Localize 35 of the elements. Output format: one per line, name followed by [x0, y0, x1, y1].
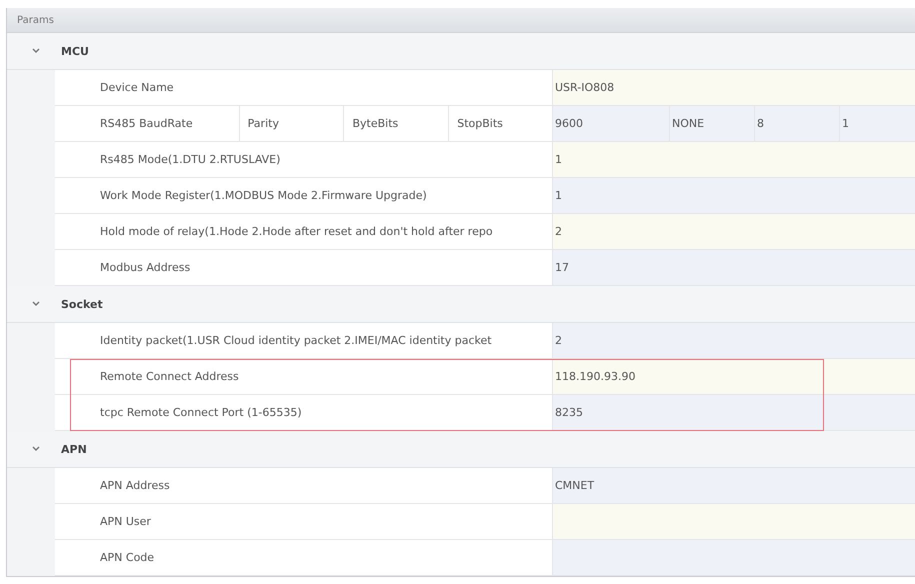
chevron-down-icon[interactable]: [31, 300, 41, 308]
property-label: tcpc Remote Connect Port (1-65535): [99, 405, 302, 421]
property-label: Rs485 Mode(1.DTU 2.RTUSLAVE): [99, 152, 280, 168]
property-value[interactable]: 1: [553, 142, 915, 177]
property-value[interactable]: 8235: [553, 395, 915, 430]
property-label: ByteBits: [344, 106, 450, 141]
property-value[interactable]: 9600: [553, 106, 670, 141]
panel-title: Params: [17, 14, 54, 26]
property-value[interactable]: 1: [840, 106, 915, 141]
category-name: MCU: [61, 44, 89, 58]
property-value[interactable]: 2: [553, 214, 915, 249]
property-label: Parity: [240, 106, 344, 141]
property-label: APN User: [99, 514, 151, 530]
property-label: StopBits: [456, 116, 504, 132]
property-value[interactable]: USR-IO808: [553, 70, 915, 105]
property-value[interactable]: 2: [553, 323, 915, 358]
property-label: Work Mode Register(1.MODBUS Mode 2.Firmware Upgrade): [99, 188, 427, 204]
category-name: APN: [61, 442, 87, 456]
property-value[interactable]: CMNET: [553, 468, 915, 503]
category-name: Socket: [61, 298, 103, 310]
property-label: Identity packet(1.USR Cloud identity packet 2.IMEI/MAC identity packet: [99, 333, 492, 349]
property-label: Hold mode of relay(1.Hode 2.Hode after reset and don't hold after repo: [99, 224, 493, 240]
property-value[interactable]: 1: [553, 178, 915, 213]
property-label: Device Name: [99, 80, 174, 96]
property-value[interactable]: 118.190.93.90: [553, 359, 915, 394]
chevron-down-icon[interactable]: [31, 445, 41, 453]
property-label: Remote Connect Address: [99, 369, 239, 385]
property-value[interactable]: 17: [553, 250, 915, 285]
property-label: APN Address: [99, 478, 170, 494]
chevron-down-icon[interactable]: [31, 47, 41, 55]
property-label: RS485 BaudRate: [55, 106, 240, 141]
property-label: Modbus Address: [99, 260, 190, 276]
property-value[interactable]: NONE: [670, 106, 755, 141]
property-value[interactable]: 8: [755, 106, 840, 141]
property-label: APN Code: [99, 550, 154, 566]
